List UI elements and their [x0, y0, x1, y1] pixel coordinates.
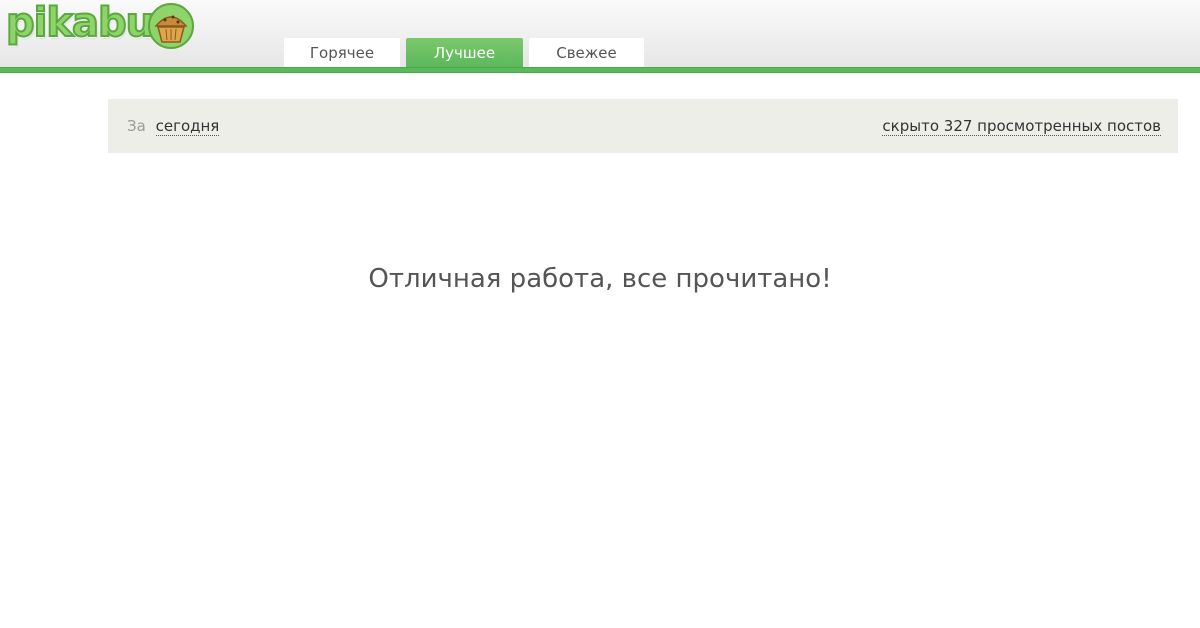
header-accent-bar	[0, 67, 1200, 73]
tab-hot[interactable]: Горячее	[284, 38, 400, 67]
logo-wordmark: pikabu	[5, 0, 155, 46]
period-filter: За сегодня	[127, 117, 220, 136]
site-header: pikabu Горячее Лучшее Свежее	[0, 0, 1200, 68]
tab-best[interactable]: Лучшее	[406, 38, 523, 67]
tab-fresh-label: Свежее	[556, 43, 617, 62]
tab-hot-label: Горячее	[309, 43, 375, 62]
filter-bar: За сегодня скрыто 327 просмотренных пост…	[108, 99, 1178, 153]
tab-best-label: Лучшее	[433, 43, 496, 62]
period-prefix: За	[127, 117, 146, 135]
hidden-posts-toggle[interactable]: скрыто 327 просмотренных постов	[882, 117, 1161, 136]
feed-tabs: Горячее Лучшее Свежее	[284, 38, 644, 67]
muffin-icon	[148, 3, 195, 49]
period-selector[interactable]: сегодня	[155, 117, 220, 136]
pikabu-logo[interactable]: pikabu	[5, 0, 195, 50]
empty-feed-message: Отличная работа, все прочитано!	[368, 264, 832, 294]
tab-fresh[interactable]: Свежее	[529, 38, 644, 67]
hidden-posts-filter: скрыто 327 просмотренных постов	[882, 117, 1161, 136]
